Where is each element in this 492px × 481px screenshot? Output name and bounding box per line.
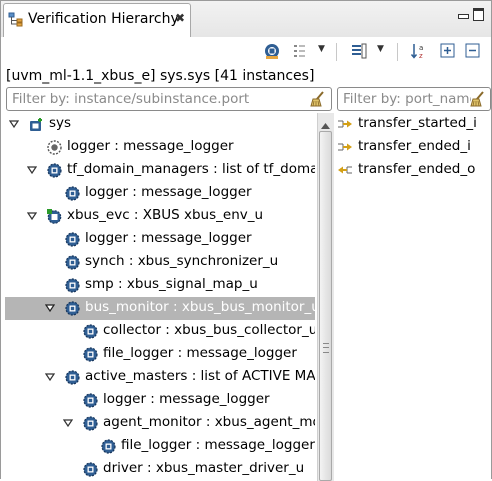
scrollbar-thumb[interactable]	[319, 131, 332, 481]
tree-row-label: active_masters : list of ACTIVE MAS	[85, 368, 315, 384]
list-view-icon[interactable]	[291, 42, 309, 60]
tree-row[interactable]: synch : xbus_synchronizer_u	[5, 251, 315, 274]
port-label: transfer_ended_i	[358, 138, 471, 154]
unit-icon	[83, 416, 98, 431]
tree-row-label: file_logger : message_logger	[103, 345, 297, 361]
tree-row[interactable]: file_logger : message_logger	[5, 343, 315, 366]
instance-filter	[6, 87, 332, 111]
root-unit-icon	[29, 117, 44, 132]
env-unit-icon	[47, 209, 62, 224]
tree-scrollbar[interactable]	[317, 113, 334, 481]
svg-text:z: z	[419, 52, 423, 60]
expand-toggle-icon[interactable]	[27, 165, 37, 175]
port-label: transfer_started_i	[358, 115, 477, 131]
tree-row-label: collector : xbus_bus_collector_u	[103, 322, 315, 338]
tree-row[interactable]: bus_monitor : xbus_bus_monitor_u	[5, 297, 315, 320]
tree-row[interactable]: file_logger : message_logger	[5, 435, 315, 458]
output-port-icon	[337, 141, 353, 153]
view-tab-bar: Verification Hierarchy ✖	[1, 1, 491, 37]
hierarchy-view-icon	[8, 12, 24, 28]
chevron-down-icon[interactable]: ▼	[377, 44, 384, 54]
expand-toggle-icon[interactable]	[9, 119, 19, 129]
unit-icon	[47, 163, 62, 178]
columns-icon[interactable]	[350, 42, 368, 60]
tree-row-label: logger : message_logger	[85, 230, 252, 246]
port-label: transfer_ended_o	[358, 161, 476, 177]
tree-row-label: smp : xbus_signal_map_u	[85, 276, 258, 292]
unit-icon	[65, 370, 80, 385]
view-toolbar: ▼ ▼ a z	[1, 37, 491, 65]
tree-row[interactable]: driver : xbus_master_driver_u	[5, 458, 315, 481]
unit-icon	[83, 393, 98, 408]
port-filter-input[interactable]	[338, 88, 476, 110]
svg-text:a: a	[419, 44, 423, 52]
close-icon[interactable]: ✖	[175, 11, 185, 25]
tree-row-label: xbus_evc : XBUS xbus_env_u	[67, 207, 264, 223]
unit-icon	[83, 462, 98, 477]
clear-filter-icon[interactable]	[469, 90, 487, 108]
tree-row[interactable]: logger : message_logger	[5, 389, 315, 412]
port-list: transfer_started_i transfer_ended_itransf…	[335, 113, 491, 481]
tab-verification-hierarchy[interactable]: Verification Hierarchy ✖	[3, 3, 191, 37]
maximize-icon[interactable]	[472, 7, 484, 21]
sort-alphabetical-icon[interactable]: a z	[410, 42, 428, 60]
tree-row[interactable]: active_masters : list of ACTIVE MAS	[5, 366, 315, 389]
toolbar-separator	[336, 43, 337, 61]
unit-icon	[65, 186, 80, 201]
tree-row[interactable]: smp : xbus_signal_map_u	[5, 274, 315, 297]
logger-unit-icon	[47, 140, 62, 155]
port-row[interactable]: transfer_started_i	[335, 113, 491, 136]
tree-row[interactable]: logger : message_logger	[5, 182, 315, 205]
tree-row[interactable]: agent_monitor : xbus_agent_mor	[5, 412, 315, 435]
tree-row-label: agent_monitor : xbus_agent_mor	[103, 414, 315, 430]
unit-icon	[65, 232, 80, 247]
verification-hierarchy-view: Verification Hierarchy ✖ ▼ ▼ a z [uvm_ml…	[0, 0, 492, 481]
tree-row[interactable]: tf_domain_managers : list of tf_domai	[5, 159, 315, 182]
tree-row[interactable]: xbus_evc : XBUS xbus_env_u	[5, 205, 315, 228]
tree-row-label: tf_domain_managers : list of tf_domai	[67, 161, 315, 177]
tree-row[interactable]: logger : message_logger	[5, 136, 315, 159]
clear-filter-icon[interactable]	[309, 90, 327, 108]
tree-row-label: logger : message_logger	[85, 184, 252, 200]
expand-toggle-icon[interactable]	[63, 418, 73, 428]
expand-toggle-icon[interactable]	[45, 372, 55, 382]
unit-icon	[83, 324, 98, 339]
instance-filter-input[interactable]	[7, 88, 317, 110]
tree-row-label: logger : message_logger	[67, 138, 234, 154]
expand-toggle-icon[interactable]	[45, 303, 55, 313]
tree-row-label: sys	[49, 115, 72, 131]
tree-row[interactable]: logger : message_logger	[5, 228, 315, 251]
scroll-grip	[323, 343, 329, 353]
instance-summary: [uvm_ml-1.1_xbus_e] sys.sys [41 instance…	[6, 68, 315, 84]
port-filter	[337, 87, 491, 111]
input-port-icon	[337, 164, 353, 176]
unit-icon	[101, 439, 116, 454]
toolbar-separator	[397, 43, 398, 61]
unit-filter-icon[interactable]	[263, 42, 281, 60]
instance-tree: sys logger : message_logger tf_domain_mana…	[5, 113, 315, 481]
unit-icon	[65, 301, 80, 316]
port-row[interactable]: transfer_ended_o	[335, 159, 491, 182]
minimize-icon[interactable]	[457, 7, 469, 19]
tree-row-label: file_logger : message_logger	[121, 437, 315, 453]
tree-row[interactable]: collector : xbus_bus_collector_u	[5, 320, 315, 343]
tree-row-label: synch : xbus_synchronizer_u	[85, 253, 279, 269]
unit-icon	[65, 278, 80, 293]
unit-icon	[83, 347, 98, 362]
tree-row-label: driver : xbus_master_driver_u	[103, 460, 305, 476]
collapse-all-icon[interactable]	[464, 42, 482, 60]
chevron-down-icon[interactable]: ▼	[318, 44, 325, 54]
expand-toggle-icon[interactable]	[27, 211, 37, 221]
expand-all-icon[interactable]	[439, 42, 457, 60]
output-port-icon	[337, 118, 353, 130]
tree-row[interactable]: sys	[5, 113, 315, 136]
port-row[interactable]: transfer_ended_i	[335, 136, 491, 159]
unit-icon	[65, 255, 80, 270]
tree-row-label: logger : message_logger	[103, 391, 270, 407]
tree-row-label: bus_monitor : xbus_bus_monitor_u	[85, 299, 315, 315]
tab-title: Verification Hierarchy	[28, 11, 179, 27]
